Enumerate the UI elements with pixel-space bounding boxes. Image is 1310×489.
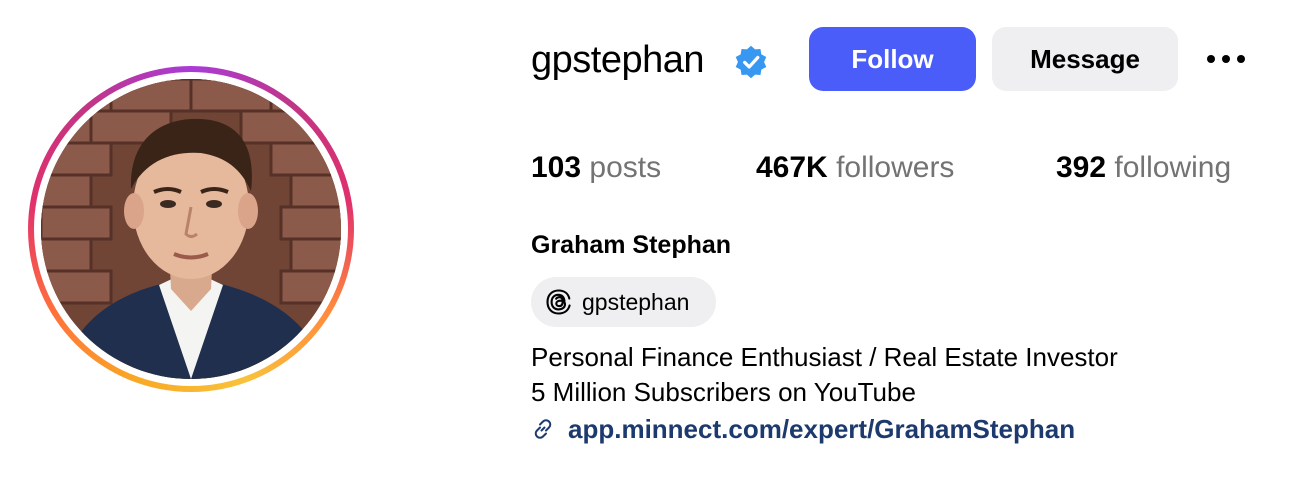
profile-username: gpstephan — [531, 39, 705, 81]
bio-external-link[interactable]: app.minnect.com/expert/GrahamStephan — [531, 412, 1075, 446]
message-button[interactable]: Message — [992, 27, 1178, 91]
posts-count: 103 posts — [531, 150, 661, 186]
following-number: 392 — [1056, 151, 1107, 184]
following-label: following — [1114, 151, 1232, 184]
avatar-photo-illustration — [41, 79, 341, 379]
bio-line: Personal Finance Enthusiast / Real Estat… — [531, 342, 1118, 372]
profile-full-name: Graham Stephan — [531, 231, 732, 259]
bio-line: 5 Million Subscribers on YouTube — [531, 377, 916, 407]
posts-number: 103 — [531, 151, 582, 184]
more-dot — [1237, 55, 1245, 63]
more-options-icon[interactable] — [1200, 44, 1252, 74]
threads-handle: gpstephan — [582, 288, 690, 315]
bio-link-text: app.minnect.com/expert/GrahamStephan — [568, 414, 1076, 444]
posts-label: posts — [589, 151, 662, 184]
threads-icon — [546, 289, 571, 315]
follow-button[interactable]: Follow — [809, 27, 976, 91]
more-dot — [1207, 55, 1215, 63]
followers-number: 467K — [756, 151, 828, 184]
avatar[interactable] — [41, 79, 341, 379]
threads-badge[interactable]: gpstephan — [531, 277, 716, 327]
following-count[interactable]: 392 following — [1056, 150, 1231, 186]
followers-count[interactable]: 467K followers — [756, 150, 954, 186]
followers-label: followers — [836, 151, 955, 184]
avatar-story-ring[interactable] — [28, 66, 354, 392]
avatar-ring-gap — [34, 72, 348, 386]
verified-badge-icon — [735, 45, 767, 79]
more-dot — [1222, 55, 1230, 63]
link-icon — [534, 419, 552, 439]
